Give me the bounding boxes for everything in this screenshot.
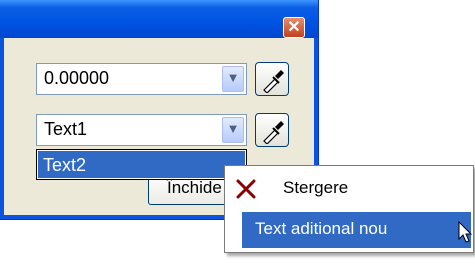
- close-icon: ✕: [287, 19, 301, 36]
- chevron-down-icon: ▼: [226, 70, 240, 85]
- eyedropper-button-2[interactable]: [255, 113, 289, 147]
- eyedropper-button-1[interactable]: [255, 62, 289, 96]
- window-border-left: [0, 38, 4, 219]
- text-combo-text: Text1: [44, 119, 88, 139]
- context-menu: Stergere Text aditional nou: [224, 165, 474, 253]
- close-dialog-button-label: Închide: [167, 178, 222, 197]
- value-combo-text: 0.00000: [44, 68, 110, 88]
- delete-x-icon: [236, 179, 256, 199]
- close-button[interactable]: ✕: [283, 17, 305, 38]
- context-menu-item-delete-label: Stergere: [283, 178, 349, 197]
- value-combo[interactable]: 0.00000 ▼: [36, 63, 247, 95]
- eyedropper-icon: [263, 70, 284, 93]
- mouse-cursor-icon: [458, 221, 473, 243]
- context-menu-item-delete[interactable]: Stergere: [227, 169, 471, 207]
- dropdown-item-label: Text2: [43, 155, 87, 175]
- text-combo-dropdown-button[interactable]: ▼: [222, 117, 244, 143]
- value-combo-dropdown-button[interactable]: ▼: [222, 66, 244, 92]
- context-menu-item-new-text[interactable]: Text aditional nou: [242, 212, 471, 248]
- title-bar[interactable]: [0, 0, 318, 38]
- text-combo[interactable]: Text1 ▼: [36, 114, 247, 146]
- eyedropper-icon: [263, 121, 284, 144]
- text-combo-dropdown-list: Text2: [36, 149, 247, 180]
- chevron-down-icon: ▼: [226, 121, 240, 136]
- dropdown-item[interactable]: Text2: [38, 151, 245, 178]
- context-menu-item-new-text-label: Text aditional nou: [255, 219, 388, 238]
